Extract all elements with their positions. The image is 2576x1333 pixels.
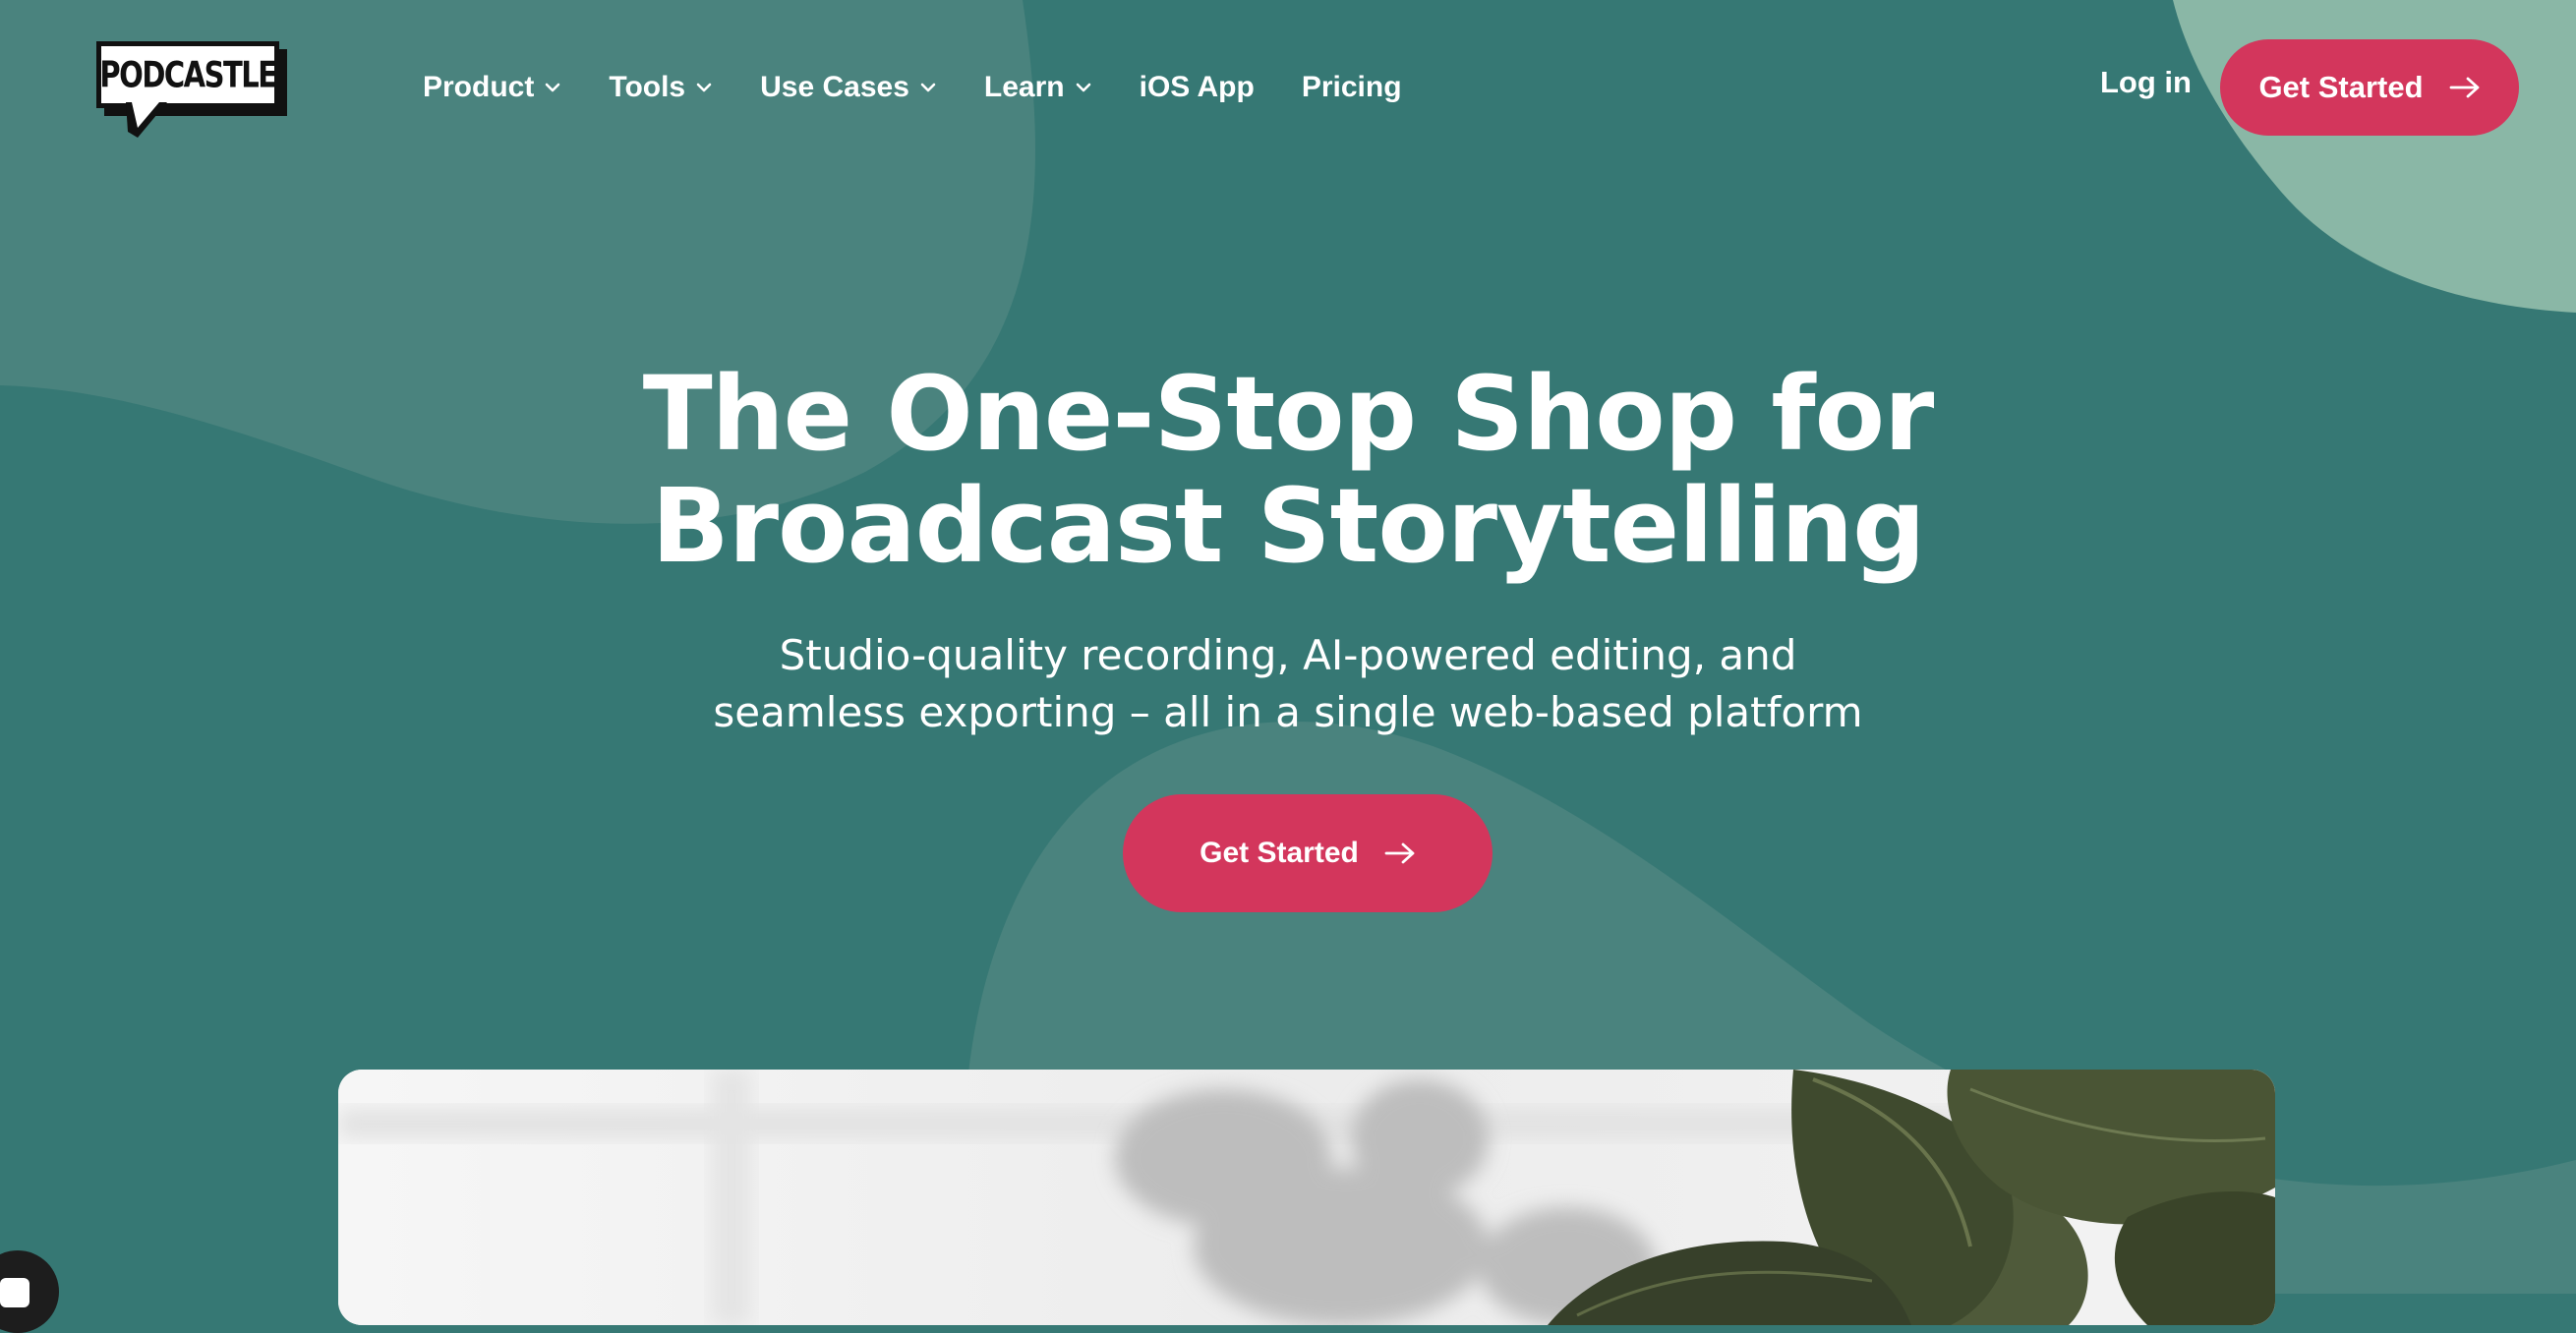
login-link[interactable]: Log in	[2100, 65, 2192, 100]
hero-title-line-1: The One-Stop Shop for	[642, 354, 1935, 474]
nav-item-label: Pricing	[1301, 71, 1402, 103]
arrow-right-icon	[1384, 842, 1415, 864]
chevron-down-icon	[546, 83, 560, 92]
nav-item-label: iOS App	[1139, 71, 1255, 103]
nav-item-tools[interactable]: Tools	[609, 71, 713, 104]
hero-title: The One-Stop Shop for Broadcast Storytel…	[551, 358, 2025, 582]
nav-item-pricing[interactable]: Pricing	[1302, 71, 1402, 104]
nav-item-label: Product	[423, 71, 535, 103]
chevron-down-icon	[920, 83, 936, 92]
nav-item-ios-app[interactable]: iOS App	[1140, 71, 1255, 104]
get-started-button-hero[interactable]: Get Started	[1123, 794, 1493, 912]
podcastle-logo[interactable]: PODCASTLE	[96, 41, 289, 138]
nav-item-label: Learn	[983, 71, 1065, 103]
chat-icon	[0, 1278, 29, 1307]
nav-item-learn[interactable]: Learn	[984, 71, 1092, 104]
hero-image	[338, 1070, 2275, 1325]
get-started-label: Get Started	[1200, 837, 1359, 869]
hero-title-line-2: Broadcast Storytelling	[651, 466, 1925, 586]
nav-item-use-cases[interactable]: Use Cases	[760, 71, 937, 104]
hero-subtitle-line-1: Studio-quality recording, AI-powered edi…	[779, 631, 1797, 679]
plant-photo	[338, 1070, 2275, 1325]
speech-bubble-icon	[126, 102, 167, 138]
main-nav: Product Tools Use Cases Learn iOS App Pr…	[423, 61, 1449, 114]
get-started-button-header[interactable]: Get Started	[2220, 39, 2519, 136]
chevron-down-icon	[1076, 83, 1090, 92]
nav-item-label: Tools	[609, 71, 686, 103]
nav-item-label: Use Cases	[760, 71, 909, 103]
arrow-right-icon	[2449, 77, 2479, 98]
hero-subtitle-line-2: seamless exporting – all in a single web…	[713, 688, 1863, 736]
get-started-label: Get Started	[2258, 70, 2424, 104]
chevron-down-icon	[696, 83, 712, 92]
hero-subtitle: Studio-quality recording, AI-powered edi…	[551, 627, 2025, 741]
nav-item-product[interactable]: Product	[423, 71, 561, 104]
